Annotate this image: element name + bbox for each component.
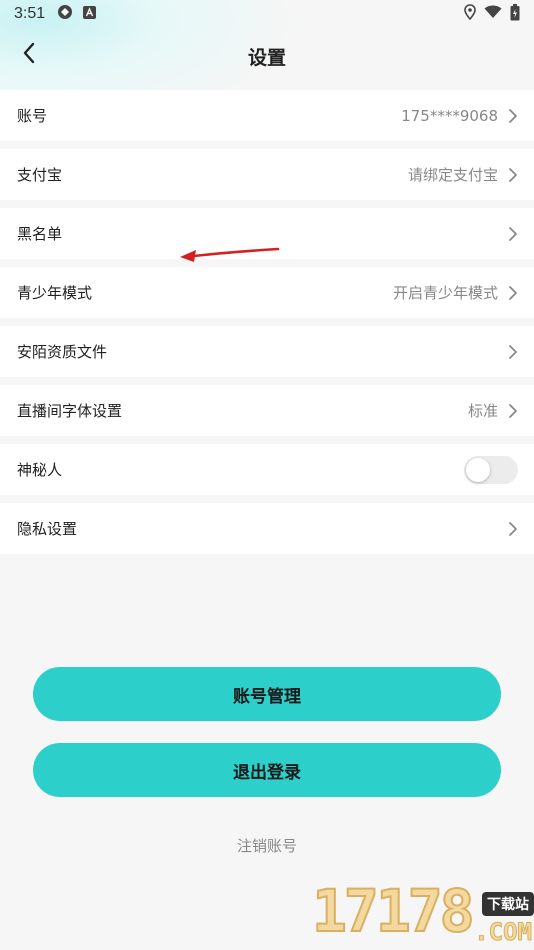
settings-item-value: 请绑定支付宝 bbox=[407, 166, 498, 184]
location-icon bbox=[464, 4, 476, 24]
logout-button[interactable]: 退出登录 bbox=[33, 743, 501, 797]
settings-item-label: 神秘人 bbox=[17, 461, 63, 479]
settings-item-label: 青少年模式 bbox=[17, 284, 93, 302]
settings-item-account[interactable]: 账号 175****9068 bbox=[0, 90, 534, 141]
chevron-right-icon bbox=[508, 403, 518, 419]
chevron-right-icon bbox=[508, 521, 518, 537]
settings-list: 账号 175****9068 支付宝 请绑定支付宝 黑名单 青少年模式 开启青少… bbox=[0, 90, 534, 562]
settings-item-label: 黑名单 bbox=[17, 225, 63, 243]
cancel-account-link[interactable]: 注销账号 bbox=[0, 835, 534, 856]
settings-item-value: 开启青少年模式 bbox=[392, 284, 498, 302]
chevron-right-icon bbox=[508, 226, 518, 242]
header: 设置 bbox=[0, 28, 534, 84]
chevron-left-icon bbox=[22, 42, 36, 68]
settings-item-qualification[interactable]: 安陌资质文件 bbox=[0, 326, 534, 377]
status-bar: 3:51 bbox=[0, 0, 534, 28]
settings-item-label: 账号 bbox=[17, 107, 48, 125]
mystery-toggle[interactable] bbox=[464, 455, 518, 484]
watermark-logo: 17178 下载站 .COM bbox=[311, 877, 534, 950]
toggle-knob bbox=[466, 457, 490, 482]
settings-item-youth-mode[interactable]: 青少年模式 开启青少年模式 bbox=[0, 267, 534, 318]
settings-item-live-font[interactable]: 直播间字体设置 标准 bbox=[0, 385, 534, 436]
settings-item-label: 直播间字体设置 bbox=[17, 402, 123, 420]
watermark-tag: 下载站 bbox=[482, 892, 534, 916]
annotation-arrow-icon bbox=[176, 244, 282, 268]
wifi-icon bbox=[484, 5, 502, 23]
settings-item-label: 安陌资质文件 bbox=[17, 343, 108, 361]
settings-item-label: 支付宝 bbox=[17, 166, 63, 184]
app-notification-icon bbox=[83, 5, 97, 23]
watermark-digits: 17178 bbox=[311, 877, 476, 945]
account-manage-button[interactable]: 账号管理 bbox=[33, 667, 501, 721]
chevron-right-icon bbox=[508, 167, 518, 183]
chevron-right-icon bbox=[508, 108, 518, 124]
status-time: 3:51 bbox=[14, 5, 46, 22]
chevron-right-icon bbox=[508, 344, 518, 360]
page-title: 设置 bbox=[247, 46, 286, 69]
chevron-right-icon bbox=[508, 285, 518, 301]
settings-item-label: 隐私设置 bbox=[17, 520, 78, 538]
settings-item-value: 175****9068 bbox=[401, 106, 498, 125]
back-button[interactable] bbox=[14, 40, 44, 70]
settings-item-mystery: 神秘人 bbox=[0, 444, 534, 495]
settings-item-privacy[interactable]: 隐私设置 bbox=[0, 503, 534, 554]
battery-icon bbox=[510, 3, 520, 25]
settings-item-alipay[interactable]: 支付宝 请绑定支付宝 bbox=[0, 149, 534, 200]
sync-icon bbox=[57, 4, 73, 24]
settings-item-value: 标准 bbox=[467, 402, 498, 420]
watermark-suffix: .COM bbox=[474, 918, 533, 947]
